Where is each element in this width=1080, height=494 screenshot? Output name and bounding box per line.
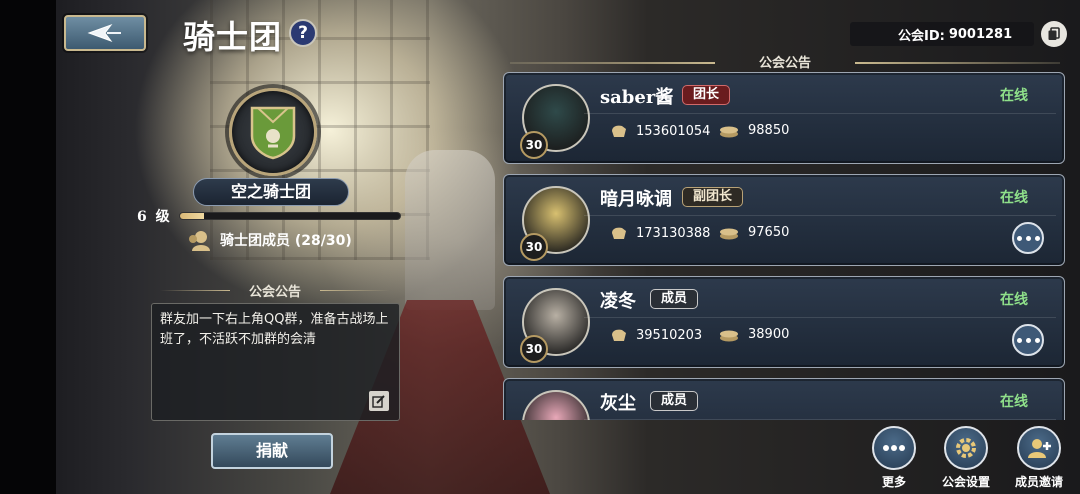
member-list[interactable]: 30 saber酱 团长 在线 153601054 98850 30 暗月咏调 … (500, 70, 1066, 420)
contribution-stat: 98850 (718, 123, 789, 138)
member-card[interactable]: 30 saber酱 团长 在线 153601054 98850 (503, 72, 1065, 164)
power-value: 39510203 (636, 327, 703, 343)
more-icon (872, 426, 916, 470)
member-card[interactable]: 灰尘 成员 在线 (503, 378, 1065, 420)
role-badge: 团长 (682, 85, 731, 105)
invite-members-label: 成员邀请 (1014, 475, 1063, 489)
coin-stack-icon (720, 228, 738, 239)
guild-name: 空之骑士团 (193, 178, 349, 206)
guild-id-display: 公会ID: 9001281 (850, 22, 1034, 46)
notice-text: 群友加一下右上角QQ群，准备古战场上班了，不活跃不加群的会清 (160, 312, 389, 347)
power-stat: 173130388 (610, 225, 710, 241)
contribution-value: 97650 (748, 225, 790, 240)
level-progress-bar (179, 212, 401, 220)
members-icon (189, 231, 210, 251)
back-button[interactable] (64, 15, 146, 51)
member-card[interactable]: 30 暗月咏调 副团长 在线 173130388 97650 (503, 174, 1065, 266)
role-badge: 成员 (650, 391, 699, 411)
contribution-stat: 97650 (718, 225, 789, 240)
power-stat: 39510203 (610, 327, 702, 343)
member-count: 骑士团成员 (28/30) (186, 229, 352, 251)
divider-left (510, 62, 715, 64)
help-button[interactable]: ? (289, 19, 317, 47)
divider-right (855, 62, 1060, 64)
coin-stack-icon (720, 126, 738, 137)
members-label: 骑士团成员 (28/30) (220, 233, 352, 249)
right-notice-title: 公会公告 (758, 56, 811, 71)
more-button[interactable]: 更多 (864, 426, 924, 492)
fist-icon (612, 125, 626, 137)
guild-level: 6 级 (137, 207, 401, 225)
power-value: 153601054 (636, 123, 711, 139)
fist-icon (612, 329, 626, 341)
invite-icon (1017, 426, 1061, 470)
power-value: 173130388 (636, 225, 711, 241)
member-options-button[interactable] (1012, 222, 1044, 254)
online-status: 在线 (1000, 292, 1028, 308)
left-edge (0, 0, 56, 494)
guild-id-value: 9001281 (948, 26, 1013, 42)
left-notice-title: 公会公告 (150, 281, 400, 300)
online-status: 在线 (1000, 88, 1028, 104)
member-name: 凌冬 (600, 291, 636, 312)
member-card[interactable]: 30 凌冬 成员 在线 39510203 38900 (503, 276, 1065, 368)
donate-button[interactable]: 捐献 (211, 433, 333, 469)
role-badge: 成员 (650, 289, 699, 309)
edit-notice-button[interactable] (369, 391, 389, 411)
back-arrow-icon (87, 23, 121, 43)
edit-icon (372, 395, 385, 408)
contribution-value: 38900 (748, 327, 790, 342)
guild-emblem (229, 88, 317, 176)
more-label: 更多 (881, 475, 906, 489)
role-badge: 副团长 (682, 187, 744, 207)
member-name: saber酱 (600, 87, 674, 108)
member-level-badge: 30 (520, 233, 548, 261)
member-level-badge: 30 (520, 335, 548, 363)
page-title: 骑士团 (183, 18, 283, 56)
fist-icon (612, 227, 626, 239)
copy-icon (1048, 27, 1060, 40)
member-level-badge: 30 (520, 131, 548, 159)
guild-settings-label: 公会设置 (941, 475, 990, 489)
member-name: 暗月咏调 (600, 189, 672, 210)
notice-box: 群友加一下右上角QQ群，准备古战场上班了，不活跃不加群的会清 (151, 303, 400, 421)
throne (405, 150, 495, 310)
level-label: 6 级 (137, 209, 172, 225)
online-status: 在线 (1000, 394, 1028, 410)
guild-settings-button[interactable]: 公会设置 (936, 426, 996, 492)
avatar (522, 390, 590, 420)
coin-stack-icon (720, 330, 738, 341)
level-progress-fill (180, 213, 205, 219)
right-notice-header: 公会公告 (505, 52, 1065, 71)
invite-members-button[interactable]: 成员邀请 (1009, 426, 1069, 492)
guild-id-label: 公会ID: (898, 28, 945, 44)
contribution-stat: 38900 (718, 327, 789, 342)
member-name: 灰尘 (600, 393, 636, 414)
power-stat: 153601054 (610, 123, 710, 139)
member-options-button[interactable] (1012, 324, 1044, 356)
gear-icon (944, 426, 988, 470)
contribution-value: 98850 (748, 123, 790, 138)
copy-id-button[interactable] (1041, 21, 1067, 47)
online-status: 在线 (1000, 190, 1028, 206)
shield-icon (250, 106, 296, 160)
